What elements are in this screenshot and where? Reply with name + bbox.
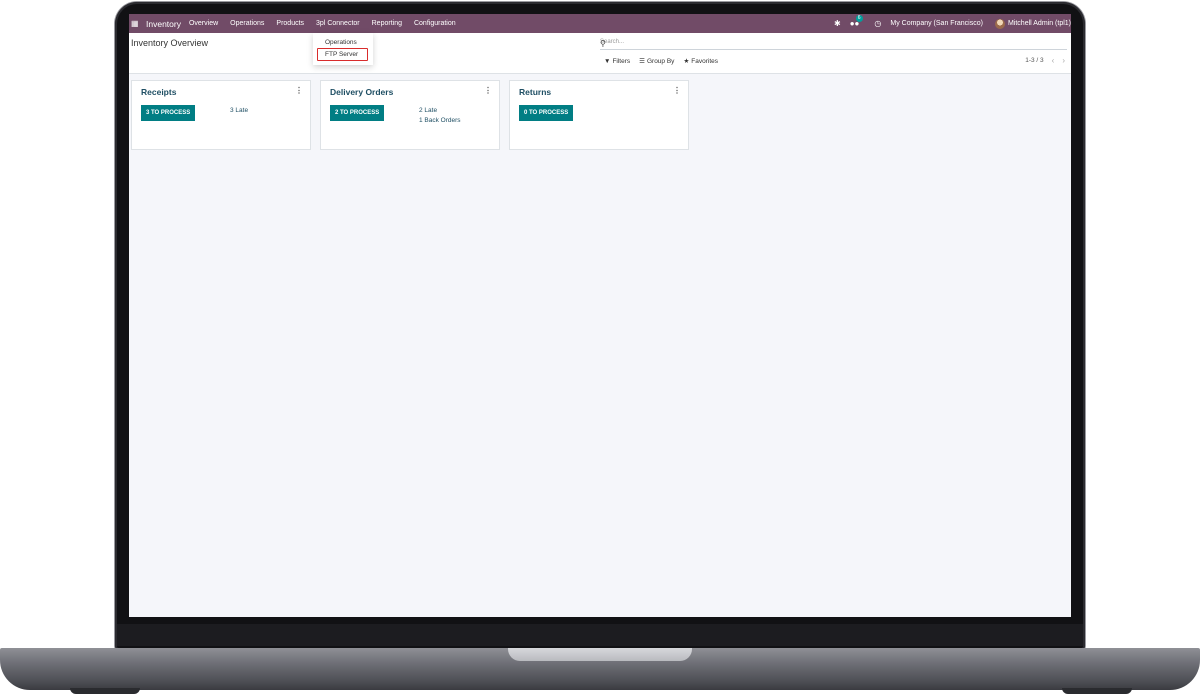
laptop-opening-notch [508, 648, 692, 661]
kebab-menu-icon[interactable]: ⋮ [295, 86, 303, 95]
menu-configuration[interactable]: Configuration [414, 20, 456, 27]
chevron-right-icon[interactable]: › [1062, 56, 1065, 65]
pager: 1-3 / 3 ‹ › [1025, 56, 1065, 65]
favorites-label: Favorites [691, 57, 718, 65]
layers-icon: ☰ [639, 58, 645, 65]
user-menu[interactable]: Mitchell Admin (tpl1) [1008, 20, 1071, 27]
page-title: Inventory Overview [131, 38, 209, 48]
control-panel: Inventory Overview Search... ⚲ ▼ Filters… [129, 33, 1071, 74]
card-delivery-orders[interactable]: Delivery Orders ⋮ 2 TO PROCESS 2 Late 1 … [320, 80, 500, 150]
menu-products[interactable]: Products [276, 20, 304, 27]
to-process-button[interactable]: 0 TO PROCESS [519, 105, 574, 121]
group-by-label: Group By [646, 57, 675, 65]
chat-icon[interactable]: ●● 6 [850, 15, 863, 28]
menu-reporting[interactable]: Reporting [372, 20, 402, 27]
app-name[interactable]: Inventory [146, 19, 181, 29]
laptop-foot-right [1062, 688, 1132, 694]
dropdown-item-ftp-server-label: FTP Server [325, 51, 359, 58]
dropdown-item-operations[interactable]: Operations [325, 39, 357, 46]
laptop-foot-left [70, 688, 140, 694]
bug-icon[interactable]: ✱ [834, 19, 841, 28]
navbar-right: ✱ ●● 6 ◷ My Company (San Francisco) Mitch… [834, 14, 1071, 33]
filters-button[interactable]: ▼ Filters [604, 57, 630, 65]
company-switcher[interactable]: My Company (San Francisco) [890, 20, 983, 27]
card-title[interactable]: Receipts [141, 87, 176, 97]
to-process-button[interactable]: 3 TO PROCESS [141, 105, 196, 121]
search-icon[interactable]: ⚲ [600, 39, 1067, 48]
star-icon: ★ [683, 58, 690, 65]
menu-operations[interactable]: Operations [230, 20, 264, 27]
filter-icon: ▼ [604, 57, 611, 65]
kebab-menu-icon[interactable]: ⋮ [484, 86, 492, 95]
card-title[interactable]: Returns [519, 87, 551, 97]
app-screen: ▦ Inventory Overview Operations Products… [129, 14, 1071, 617]
card-returns[interactable]: Returns ⋮ 0 TO PROCESS [509, 80, 689, 150]
late-link[interactable]: 2 Late [419, 107, 437, 114]
user-avatar[interactable] [994, 18, 1005, 29]
back-orders-link[interactable]: 1 Back Orders [419, 117, 461, 124]
favorites-button[interactable]: ★ Favorites [683, 57, 718, 66]
card-title[interactable]: Delivery Orders [330, 87, 393, 97]
menu-overview[interactable]: Overview [189, 20, 218, 27]
search-options: ▼ Filters ☰ Group By ★ Favorites [604, 57, 718, 66]
chevron-left-icon[interactable]: ‹ [1052, 56, 1055, 65]
clock-icon[interactable]: ◷ [874, 19, 881, 28]
late-link[interactable]: 3 Late [230, 107, 248, 114]
3pl-connector-dropdown: Operations FTP Server [313, 33, 373, 65]
pager-value[interactable]: 1-3 / 3 [1025, 57, 1043, 64]
messages-badge: 6 [855, 15, 863, 22]
filters-label: Filters [612, 57, 631, 65]
menu-3pl-connector[interactable]: 3pl Connector [316, 20, 360, 27]
top-navbar: ▦ Inventory Overview Operations Products… [129, 14, 1071, 33]
group-by-button[interactable]: ☰ Group By [639, 57, 675, 66]
to-process-button[interactable]: 2 TO PROCESS [330, 105, 385, 121]
kebab-menu-icon[interactable]: ⋮ [673, 86, 681, 95]
search-input[interactable]: Search... ⚲ [600, 37, 1067, 50]
card-receipts[interactable]: Receipts ⋮ 3 TO PROCESS 3 Late [131, 80, 311, 150]
laptop-bezel-chin [117, 624, 1083, 646]
dropdown-item-ftp-server[interactable]: FTP Server [317, 48, 368, 61]
apps-grid-icon[interactable]: ▦ [131, 19, 141, 28]
